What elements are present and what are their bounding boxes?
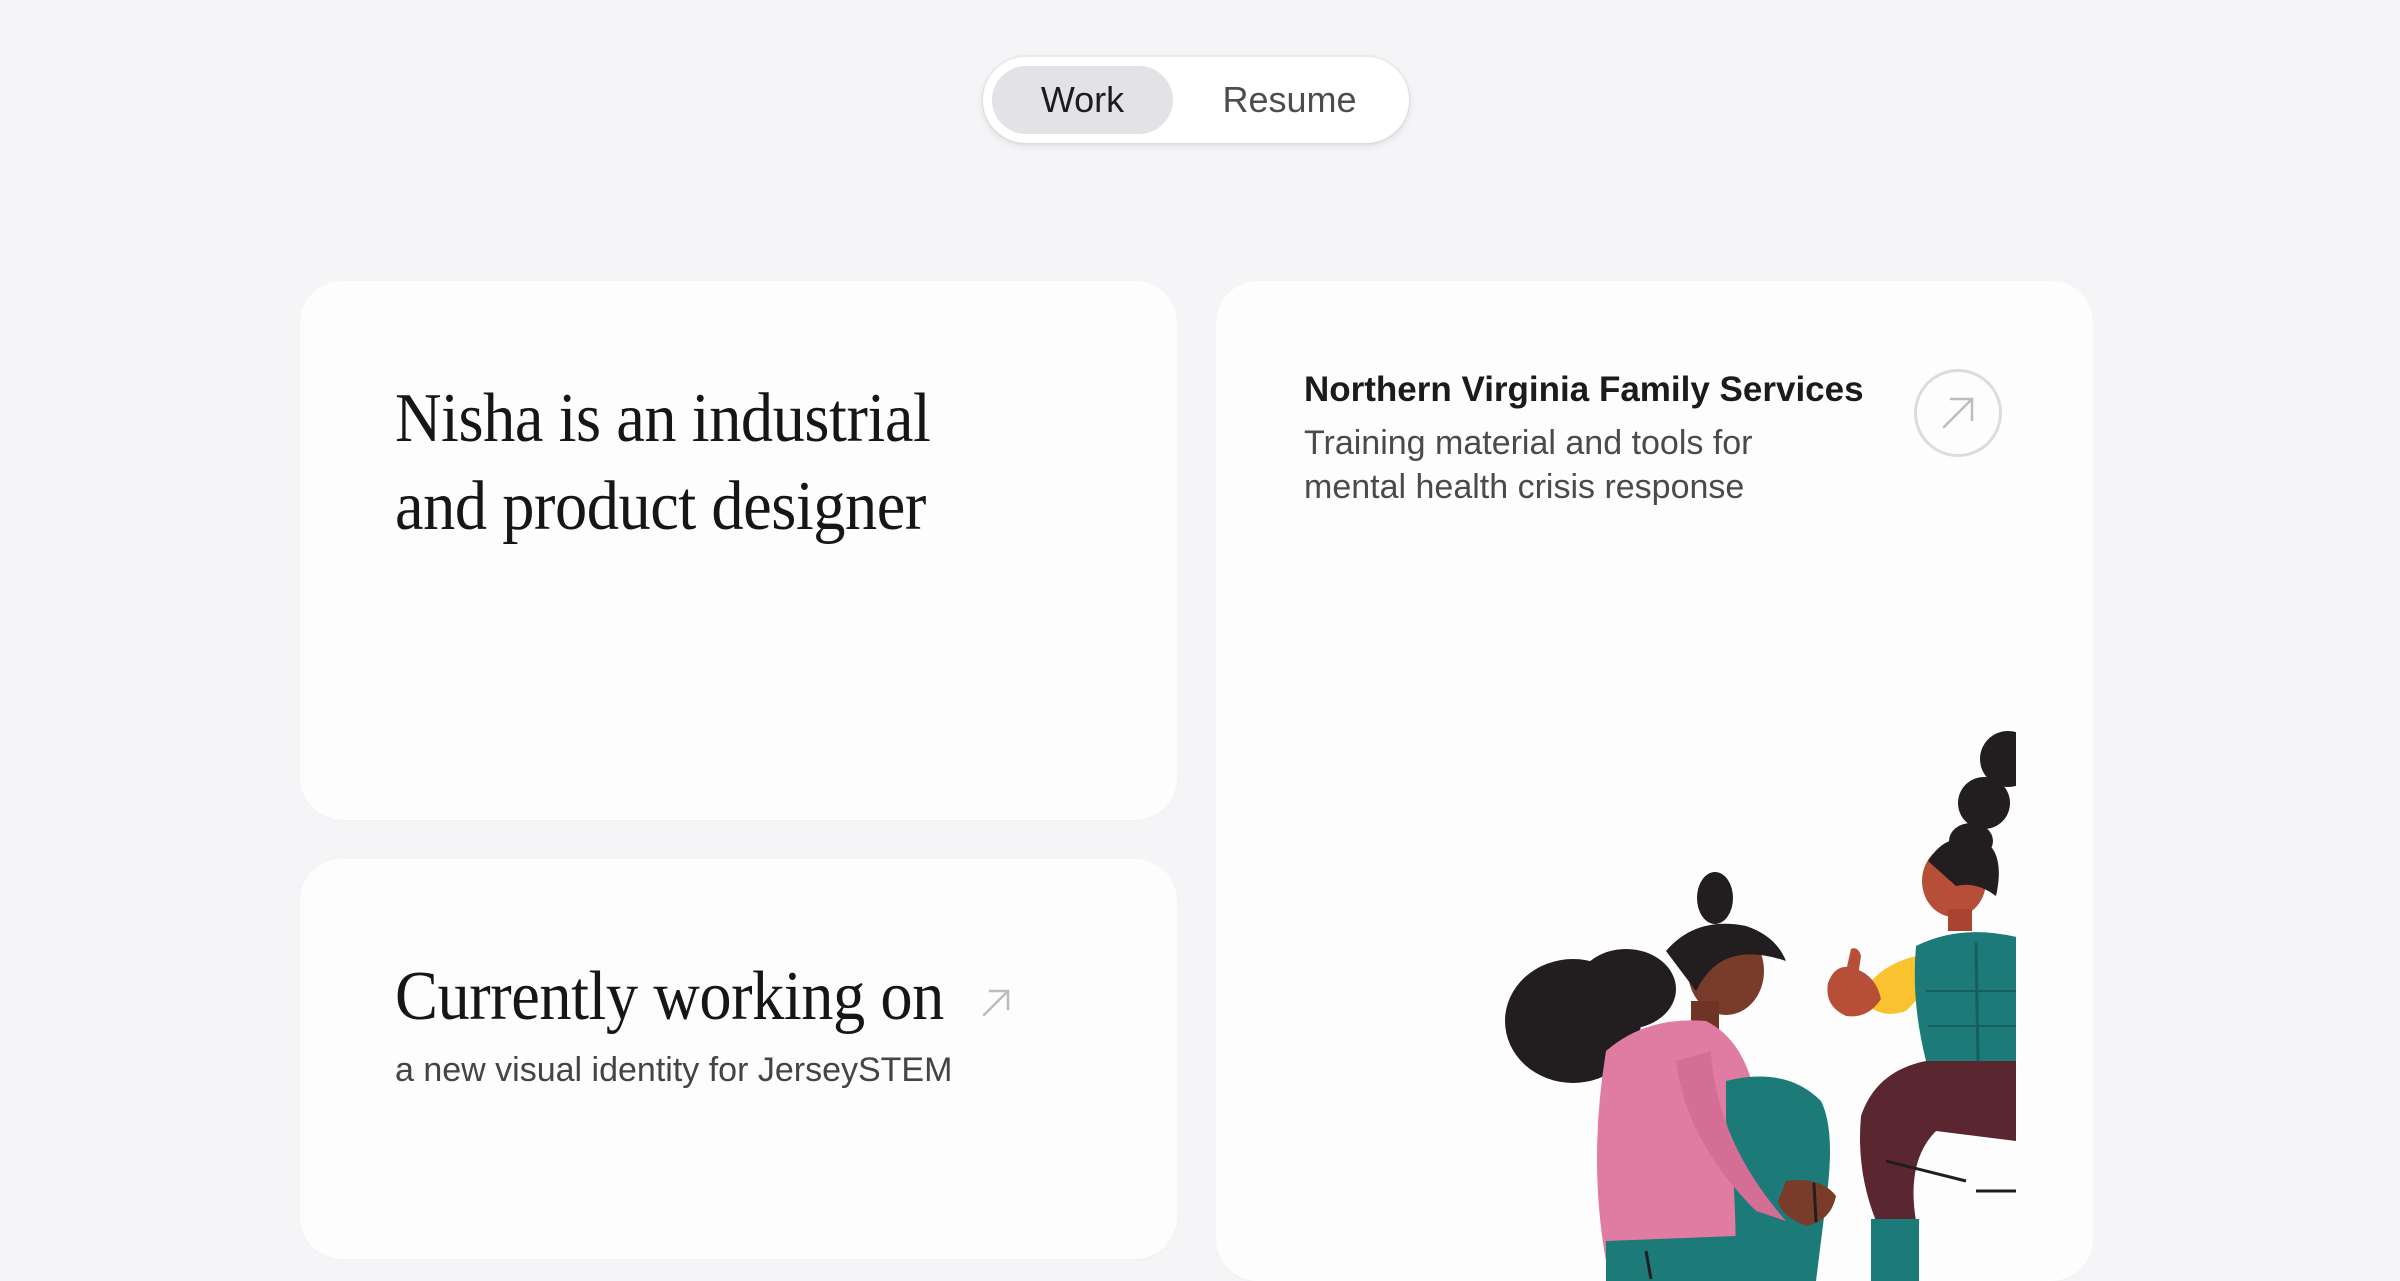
intro-card: Nisha is an industrial and product desig… (300, 281, 1177, 820)
project-title: Northern Virginia Family Services (1304, 370, 1864, 409)
kneeling-figure (1827, 731, 2016, 1281)
work-tab[interactable]: Work (992, 66, 1173, 134)
project-desc-line-1: Training material and tools for (1304, 424, 1753, 462)
crisis-support-illustration (1505, 731, 2016, 1281)
current-work-card[interactable]: Currently working on a new visual identi… (300, 859, 1177, 1259)
arrow-up-right-icon[interactable] (976, 983, 1016, 1023)
view-toggle: Work Resume (983, 57, 1409, 143)
resume-tab[interactable]: Resume (1179, 66, 1400, 134)
intro-line-1: Nisha is an industrial (395, 380, 931, 457)
project-link-button[interactable] (1914, 369, 2002, 457)
project-description: Training material and tools for mental h… (1304, 421, 1864, 509)
current-heading: Currently working on (395, 958, 944, 1035)
arrow-up-right-icon (1942, 397, 1974, 429)
project-card[interactable]: Northern Virginia Family Services Traini… (1216, 281, 2093, 1281)
project-desc-line-2: mental health crisis response (1304, 468, 1745, 506)
seated-figure (1505, 872, 1836, 1281)
current-subtitle: a new visual identity for JerseySTEM (395, 1051, 953, 1089)
intro-headline: Nisha is an industrial and product desig… (395, 375, 931, 551)
current-heading-row: Currently working on (395, 953, 1016, 1041)
intro-line-2: and product designer (395, 468, 926, 545)
